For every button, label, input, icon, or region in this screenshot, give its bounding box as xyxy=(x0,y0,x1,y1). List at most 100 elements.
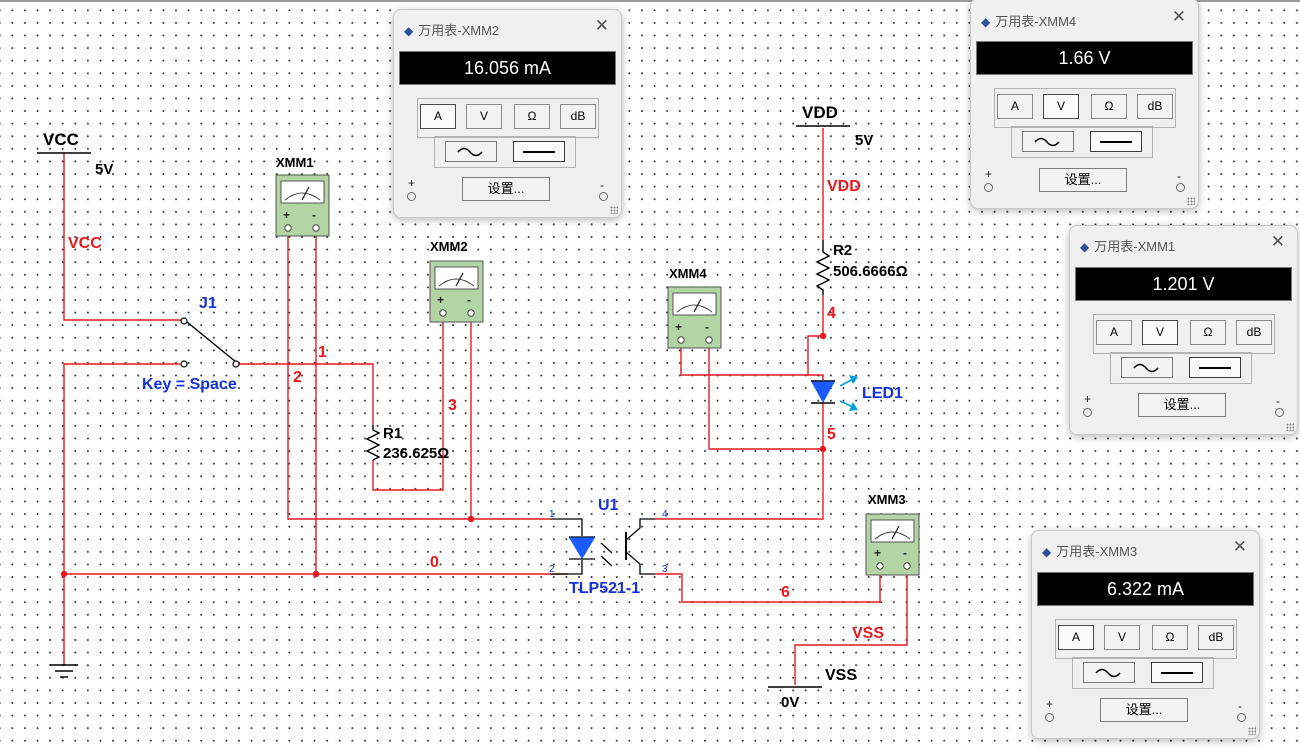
switch-j1[interactable] xyxy=(179,317,240,368)
dialog-title: ◆ 万用表-XMM4 xyxy=(981,14,1077,29)
dc-mode-button[interactable] xyxy=(1090,131,1142,152)
multimeter-xmm4[interactable] xyxy=(667,286,722,349)
wire-net5 xyxy=(655,403,824,520)
vcc-source-label: VCC xyxy=(43,130,79,149)
positive-terminal[interactable] xyxy=(984,183,993,192)
mode-a-button[interactable]: A xyxy=(997,94,1033,119)
positive-terminal-label: + xyxy=(408,176,416,190)
mode-a-button[interactable]: A xyxy=(420,104,456,129)
resize-grip[interactable] xyxy=(1187,197,1195,205)
net-3-label: 3 xyxy=(448,397,457,414)
junction-dot xyxy=(819,332,827,340)
meter-reading-display: 6.322 mA xyxy=(1037,572,1254,606)
ac-mode-button[interactable] xyxy=(445,141,497,162)
xmm3-label: XMM3 xyxy=(868,492,906,507)
positive-terminal[interactable] xyxy=(407,192,416,201)
negative-terminal[interactable] xyxy=(599,192,608,201)
close-icon[interactable]: ✕ xyxy=(1233,537,1247,557)
wire-xmm1-plus xyxy=(287,230,550,520)
dc-mode-button[interactable] xyxy=(513,141,565,162)
meter-minus-label: - xyxy=(312,208,316,222)
positive-terminal-label: + xyxy=(985,167,993,181)
meter-reading-display: 1.201 V xyxy=(1075,267,1292,301)
ground-symbol[interactable] xyxy=(50,664,78,678)
net-2-label: 2 xyxy=(293,369,302,386)
close-icon[interactable]: ✕ xyxy=(1271,232,1285,252)
close-icon[interactable]: ✕ xyxy=(595,16,609,36)
multisim-app-icon: ◆ xyxy=(404,24,414,38)
mode-v-button[interactable]: V xyxy=(1142,320,1178,345)
wire-xmm4-minus xyxy=(708,342,823,450)
ac-mode-button[interactable] xyxy=(1083,662,1135,683)
wire-r1-bottom xyxy=(372,315,444,491)
mode-db-button[interactable]: dB xyxy=(560,104,596,129)
resize-grip[interactable] xyxy=(1248,727,1256,735)
optocoupler-u1[interactable] xyxy=(550,518,655,575)
settings-button[interactable]: 设置... xyxy=(1039,168,1127,192)
close-icon[interactable]: ✕ xyxy=(1172,7,1186,27)
net-1-label: 1 xyxy=(318,344,327,361)
u1-pin-2: 2 xyxy=(549,564,555,575)
mode-v-button[interactable]: V xyxy=(1043,94,1079,119)
vdd-source-label: VDD xyxy=(802,103,838,122)
mode-ohm-button[interactable]: Ω xyxy=(1091,94,1127,119)
u1-pin-4: 4 xyxy=(662,509,668,520)
waveform-button-group xyxy=(1110,352,1252,384)
ac-mode-button[interactable] xyxy=(1022,131,1074,152)
xmm2-label: XMM2 xyxy=(430,239,468,254)
mode-ohm-button[interactable]: Ω xyxy=(1152,625,1188,650)
led-led1-label: LED1 xyxy=(862,385,903,402)
mode-a-button[interactable]: A xyxy=(1058,625,1094,650)
mode-ohm-button[interactable]: Ω xyxy=(1190,320,1226,345)
meter-reading-display: 1.66 V xyxy=(976,41,1193,75)
multimeter-xmm3[interactable] xyxy=(865,513,920,576)
mode-ohm-button[interactable]: Ω xyxy=(514,104,550,129)
positive-terminal-label: + xyxy=(1046,697,1054,711)
multimeter-dialog-xmm4[interactable]: ◆ 万用表-XMM4 ✕ 1.66 V A V Ω dB 设置... + - xyxy=(970,0,1199,209)
mode-a-button[interactable]: A xyxy=(1096,320,1132,345)
multimeter-dialog-xmm2[interactable]: ◆ 万用表-XMM2 ✕ 16.056 mA A V Ω dB 设置... + - xyxy=(393,9,622,218)
waveform-button-group xyxy=(1011,126,1153,158)
vdd-source-value: 5V xyxy=(855,132,873,149)
net-vcc-label: VCC xyxy=(68,235,102,252)
mode-db-button[interactable]: dB xyxy=(1137,94,1173,119)
dc-mode-button[interactable] xyxy=(1189,357,1241,378)
resistor-r1[interactable] xyxy=(365,425,381,461)
settings-button[interactable]: 设置... xyxy=(1138,393,1226,417)
positive-terminal[interactable] xyxy=(1083,408,1092,417)
waveform-button-group xyxy=(434,136,576,168)
negative-terminal[interactable] xyxy=(1237,713,1246,722)
negative-terminal[interactable] xyxy=(1176,183,1185,192)
xmm1-label: XMM1 xyxy=(276,155,314,170)
dc-line-icon xyxy=(523,151,555,153)
multimeter-dialog-xmm3[interactable]: ◆ 万用表-XMM3 ✕ 6.322 mA A V Ω dB 设置... + - xyxy=(1031,530,1260,739)
mode-v-button[interactable]: V xyxy=(466,104,502,129)
negative-terminal[interactable] xyxy=(1275,408,1284,417)
negative-terminal-label: - xyxy=(1238,699,1242,713)
dialog-title: ◆ 万用表-XMM2 xyxy=(404,23,500,38)
resize-grip[interactable] xyxy=(610,206,618,214)
meter-minus-label: - xyxy=(705,320,709,334)
led-led1[interactable] xyxy=(811,375,858,411)
mode-db-button[interactable]: dB xyxy=(1236,320,1272,345)
multimeter-xmm1[interactable] xyxy=(275,174,330,237)
positive-terminal[interactable] xyxy=(1045,713,1054,722)
multimeter-xmm2[interactable] xyxy=(429,260,484,323)
settings-button[interactable]: 设置... xyxy=(1100,698,1188,722)
r2-ref-label: R2 xyxy=(833,242,852,259)
mode-db-button[interactable]: dB xyxy=(1198,625,1234,650)
resize-grip[interactable] xyxy=(1286,423,1294,431)
mode-v-button[interactable]: V xyxy=(1104,625,1140,650)
settings-button[interactable]: 设置... xyxy=(462,177,550,201)
switch-key-label: Key = Space xyxy=(142,376,237,393)
dc-line-icon xyxy=(1161,672,1193,674)
ac-mode-button[interactable] xyxy=(1121,357,1173,378)
net-5-label: 5 xyxy=(827,426,836,443)
resistor-r2[interactable] xyxy=(815,240,831,295)
positive-terminal-label: + xyxy=(1084,392,1092,406)
mode-button-group: A V Ω dB xyxy=(417,98,599,138)
junction-dot xyxy=(312,570,320,578)
dc-line-icon xyxy=(1100,141,1132,143)
dc-mode-button[interactable] xyxy=(1151,662,1203,683)
multimeter-dialog-xmm1[interactable]: ◆ 万用表-XMM1 ✕ 1.201 V A V Ω dB 设置... + - xyxy=(1069,225,1298,435)
